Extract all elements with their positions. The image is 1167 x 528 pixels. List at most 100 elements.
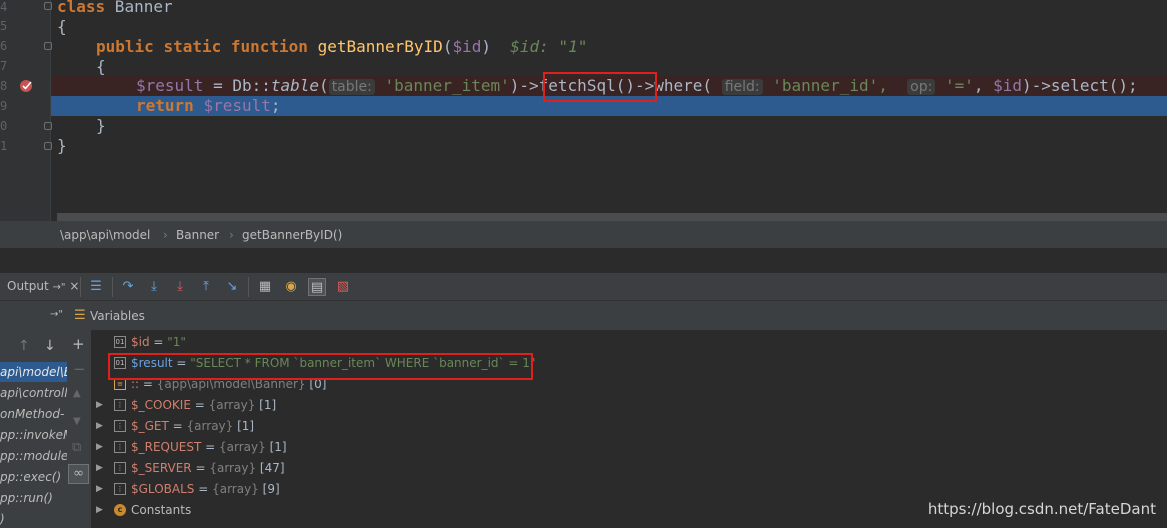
variable-type: {array}	[186, 419, 234, 433]
equals: =	[201, 440, 219, 454]
variable-entry: $GLOBALS = {array} [9]	[131, 479, 280, 500]
new-watch-icon[interactable]: +	[72, 335, 85, 353]
variable-type: {array}	[208, 398, 256, 412]
fold-marker-icon[interactable]	[44, 142, 52, 150]
pin-icon[interactable]: →"	[53, 282, 66, 293]
force-step-into-icon[interactable]: ⤓	[171, 278, 189, 296]
line-number: 5	[0, 19, 8, 33]
fold-marker-icon[interactable]	[44, 2, 52, 10]
code-line-close-brace: }	[96, 116, 106, 135]
tab-output-label: Output	[7, 279, 49, 293]
watch-icon[interactable]: ◉	[282, 278, 300, 296]
line-number: 4	[0, 0, 8, 14]
select-call: )->select();	[1022, 76, 1138, 95]
run-to-cursor-icon[interactable]: ↘	[223, 278, 241, 296]
keyword: public	[96, 37, 154, 56]
array-icon: ⋮	[114, 462, 126, 474]
expand-arrow-icon[interactable]: ▶	[96, 500, 103, 521]
expand-arrow-icon[interactable]: ▶	[96, 395, 103, 416]
breadcrumb: \app\api\model › Banner › getBannerByID(…	[0, 221, 1167, 248]
watermark: https://blog.csdn.net/FateDant	[927, 500, 1156, 518]
parameter-hint: table:	[328, 79, 375, 95]
frame-item[interactable]: )	[0, 509, 67, 528]
array-icon: ⋮	[114, 483, 126, 495]
paren: (	[442, 37, 453, 56]
frames-pin-icon[interactable]: →"	[50, 309, 63, 320]
previous-frame-icon[interactable]: ↑	[18, 338, 30, 354]
variable-count: [1]	[269, 440, 287, 454]
line-number: 9	[0, 99, 8, 113]
fetchsql-highlight-box	[543, 72, 657, 102]
keyword: return	[136, 96, 194, 115]
code-line-open-brace: {	[96, 57, 106, 76]
step-out-icon[interactable]: ⤒	[197, 278, 215, 296]
restore-layout-icon[interactable]: ▧	[334, 278, 352, 296]
frame-item[interactable]: api\controlle	[0, 383, 67, 403]
breadcrumb-item-method[interactable]: getBannerByID()	[242, 228, 342, 242]
editor-gutter[interactable]: 4 5 6 7 8 9 0 1	[0, 0, 52, 221]
inline-debug-value: $id: "1"	[510, 37, 588, 56]
view-mode-icon[interactable]: ▤	[308, 278, 326, 296]
expand-arrow-icon[interactable]: ▶	[96, 458, 103, 479]
equals: =	[149, 335, 168, 349]
step-over-icon[interactable]: ↷	[119, 278, 137, 296]
breakpoint-icon[interactable]	[19, 79, 35, 93]
variable-name: $id	[131, 335, 150, 349]
string-literal: '='	[944, 76, 974, 95]
array-icon: ⋮	[114, 420, 126, 432]
variables-header: ☰ Variables	[67, 301, 1167, 331]
variable-entry: $_REQUEST = {array} [1]	[131, 437, 287, 458]
code-line-close-brace: }	[57, 136, 67, 155]
method-call: table	[270, 76, 320, 95]
fold-marker-icon[interactable]	[44, 42, 52, 50]
line-number: 0	[0, 119, 8, 133]
toolbar-divider	[80, 277, 81, 297]
step-into-icon[interactable]: ⤓	[145, 278, 163, 296]
variables-title: Variables	[90, 309, 145, 323]
parameter: $id	[452, 37, 482, 56]
keyword: function	[230, 37, 308, 56]
variable-count: [1]	[259, 398, 277, 412]
remove-watch-icon[interactable]: −	[73, 360, 86, 378]
frame-item[interactable]: pp::exec()	[0, 467, 67, 487]
equals: =	[194, 482, 213, 496]
next-frame-icon[interactable]: ↓	[44, 338, 56, 354]
show-execution-point-icon[interactable]: ☰	[87, 278, 105, 296]
code-editor[interactable]: 4 5 6 7 8 9 0 1 class Banner { public st…	[0, 0, 1167, 221]
copy-icon[interactable]: ⧉	[72, 440, 81, 455]
frame-item[interactable]: pp::module	[0, 446, 67, 466]
tab-output[interactable]: Output →" ×	[7, 279, 79, 293]
expand-arrow-icon[interactable]: ▶	[96, 416, 103, 437]
move-down-icon[interactable]: ▼	[73, 416, 81, 427]
variable-type: {array}	[212, 482, 259, 496]
breadcrumb-item-namespace[interactable]: \app\api\model	[60, 228, 150, 242]
operator: ,	[973, 76, 994, 95]
frame-item-selected[interactable]: api\model\B	[0, 362, 67, 382]
constants-icon: c	[114, 504, 126, 516]
frames-list[interactable]: →" ↑ ↓ api\model\B api\controlle onMetho…	[0, 301, 67, 528]
equals: =	[190, 398, 209, 412]
editor-bottom-area	[0, 248, 1167, 273]
variable-count: [9]	[262, 482, 280, 496]
show-watches-icon[interactable]: ∞	[68, 464, 89, 484]
evaluate-expression-icon[interactable]: ▦	[256, 278, 274, 296]
variable-icon: 01	[114, 336, 126, 348]
frame-item[interactable]: onMethod-	[0, 404, 67, 424]
move-up-icon[interactable]: ▲	[73, 388, 81, 399]
editor-horizontal-scrollbar[interactable]	[57, 213, 1167, 221]
expand-arrow-icon[interactable]: ▶	[96, 479, 103, 500]
fold-marker-icon[interactable]	[44, 122, 52, 130]
equals: =	[191, 461, 210, 475]
line-number: 8	[0, 79, 8, 93]
operator: = Db::	[203, 76, 271, 95]
variable-name: $GLOBALS	[131, 482, 195, 496]
class-name: Banner	[105, 0, 173, 16]
close-icon[interactable]: ×	[69, 279, 79, 293]
keyword: static	[163, 37, 222, 56]
frame-item[interactable]: pp::invokeM	[0, 425, 67, 445]
frame-item[interactable]: pp::run()	[0, 488, 67, 508]
expand-arrow-icon[interactable]: ▶	[96, 437, 103, 458]
variable-value: "1"	[167, 335, 186, 349]
breadcrumb-item-class[interactable]: Banner	[176, 228, 219, 242]
keyword: class	[57, 0, 106, 16]
